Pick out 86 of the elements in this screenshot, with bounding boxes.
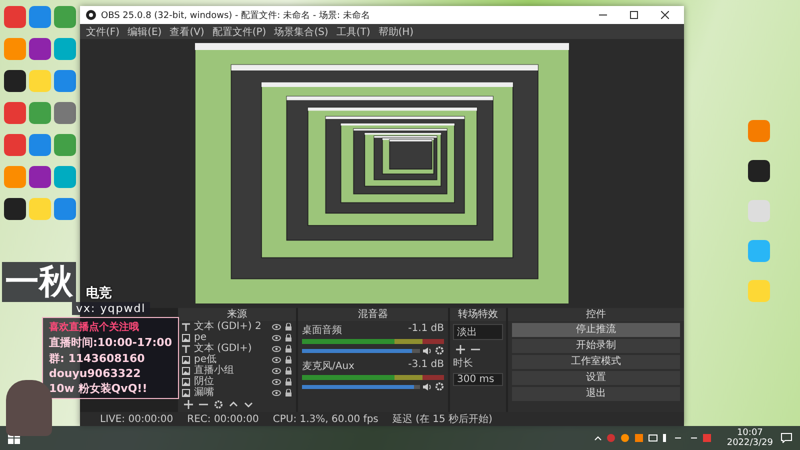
menu-item[interactable]: 工具(T) — [336, 24, 370, 38]
settings-icon[interactable] — [435, 382, 444, 391]
menu-item[interactable]: 配置文件(P) — [212, 24, 266, 38]
panel-title: 转场特效 — [450, 308, 506, 321]
channel-name: 麦克风/Aux — [302, 360, 354, 373]
tray-icons-drawing[interactable] — [592, 433, 713, 443]
lock-icon[interactable] — [285, 388, 292, 396]
app-icon[interactable] — [29, 38, 51, 60]
stream-info-line: douyu9063322 — [49, 367, 142, 380]
status-text: LIVE: 00:00:00 — [100, 414, 174, 424]
channel-reading: -3.1 dB — [408, 359, 444, 372]
source-item[interactable]: 文本 (GDI+) — [194, 343, 268, 354]
add-icon[interactable] — [184, 400, 193, 409]
control-button[interactable]: 工作室模式 — [512, 355, 680, 369]
image-icon — [182, 366, 190, 374]
eye-icon[interactable] — [272, 346, 281, 352]
image-icon — [182, 356, 190, 364]
avatar-silhouette — [6, 380, 52, 436]
menu-item[interactable]: 查看(V) — [170, 24, 204, 38]
eye-icon[interactable] — [272, 390, 281, 396]
panel-title: 混音器 — [298, 308, 448, 321]
app-icon[interactable] — [4, 198, 26, 220]
duration-label: 时长 — [452, 356, 474, 370]
eye-icon[interactable] — [272, 356, 281, 362]
chevron-up-icon[interactable] — [229, 400, 238, 409]
menu-item[interactable]: 帮助(H) — [378, 24, 414, 38]
app-icon[interactable] — [4, 70, 26, 92]
status-text: REC: 00:00:00 — [187, 414, 259, 424]
source-item[interactable]: 文本 (GDI+) 2 — [194, 321, 268, 332]
panel-title: 控件 — [508, 308, 684, 321]
wechat-id: vx: yqpwdl — [72, 302, 150, 315]
lock-icon[interactable] — [285, 366, 292, 374]
chevron-down-icon[interactable] — [244, 400, 253, 409]
menu-item[interactable]: 编辑(E) — [128, 24, 162, 38]
menu-item[interactable]: 文件(F) — [86, 24, 120, 38]
control-button[interactable]: 设置 — [512, 371, 680, 385]
source-item[interactable]: 直播小组 — [194, 365, 268, 376]
transition-select[interactable]: 淡出 — [453, 324, 503, 340]
window-title: OBS 25.0.8 (32-bit, windows) - 配置文件: 未命名 - 场景: 未命名 — [101, 10, 371, 22]
status-text: CPU: 1.3%, 60.00 fps — [272, 414, 378, 424]
channel-reading: -1.1 dB — [408, 323, 444, 336]
settings-icon[interactable] — [435, 346, 444, 355]
app-icon[interactable] — [748, 160, 770, 182]
image-icon — [182, 388, 190, 396]
image-icon — [182, 378, 190, 386]
eye-icon[interactable] — [272, 378, 281, 384]
eye-icon[interactable] — [272, 334, 281, 340]
menu-item[interactable]: 场景集合(S) — [274, 24, 328, 38]
maximize-icon[interactable] — [630, 11, 638, 19]
lock-icon[interactable] — [285, 356, 292, 364]
stream-info-line: 10w 粉女装QvQ!! — [49, 381, 148, 396]
clock-time: 10:07 — [736, 428, 763, 438]
stream-tag: 电竞 — [86, 284, 112, 302]
status-text: 延迟 (在 15 秒后开始) — [392, 412, 492, 426]
app-icon[interactable] — [29, 166, 51, 188]
lock-icon[interactable] — [285, 344, 292, 352]
speaker-icon[interactable] — [423, 346, 432, 354]
control-button[interactable]: 开始录制 — [512, 339, 680, 353]
lock-icon[interactable] — [285, 378, 292, 386]
lock-icon[interactable] — [285, 334, 292, 342]
settings-icon[interactable] — [214, 400, 223, 409]
notification-icon[interactable] — [781, 433, 792, 443]
source-item[interactable]: pe — [194, 332, 268, 343]
stream-info-line: 喜欢直播点个关注哦 — [49, 320, 140, 334]
close-icon[interactable] — [661, 11, 669, 19]
stream-info-line: 群: 1143608160 — [49, 351, 146, 366]
add-icon[interactable] — [456, 345, 465, 354]
source-item[interactable]: 阴位 — [194, 376, 268, 387]
eye-icon[interactable] — [272, 324, 281, 330]
image-icon — [182, 334, 190, 342]
control-button[interactable]: 退出 — [512, 387, 680, 401]
duration-field[interactable]: 300 ms — [453, 373, 503, 386]
source-item[interactable]: pe低 — [194, 354, 268, 365]
panel-title: 来源 — [178, 308, 296, 321]
source-item[interactable]: 漏嘴 — [194, 387, 268, 398]
eye-icon[interactable] — [272, 368, 281, 374]
text-type-icon — [182, 344, 190, 352]
lock-icon[interactable] — [285, 322, 292, 330]
stream-info-line: 直播时间:10:00-17:00 — [49, 335, 172, 350]
channel-name: 桌面音频 — [302, 324, 342, 337]
speaker-icon[interactable] — [423, 382, 432, 390]
stream-logo: 一秋 — [2, 262, 76, 302]
clock-date: 2022/3/29 — [726, 438, 773, 448]
app-logo-icon — [86, 10, 96, 20]
text-type-icon — [182, 322, 190, 330]
control-button[interactable]: 停止推流 — [512, 323, 680, 337]
